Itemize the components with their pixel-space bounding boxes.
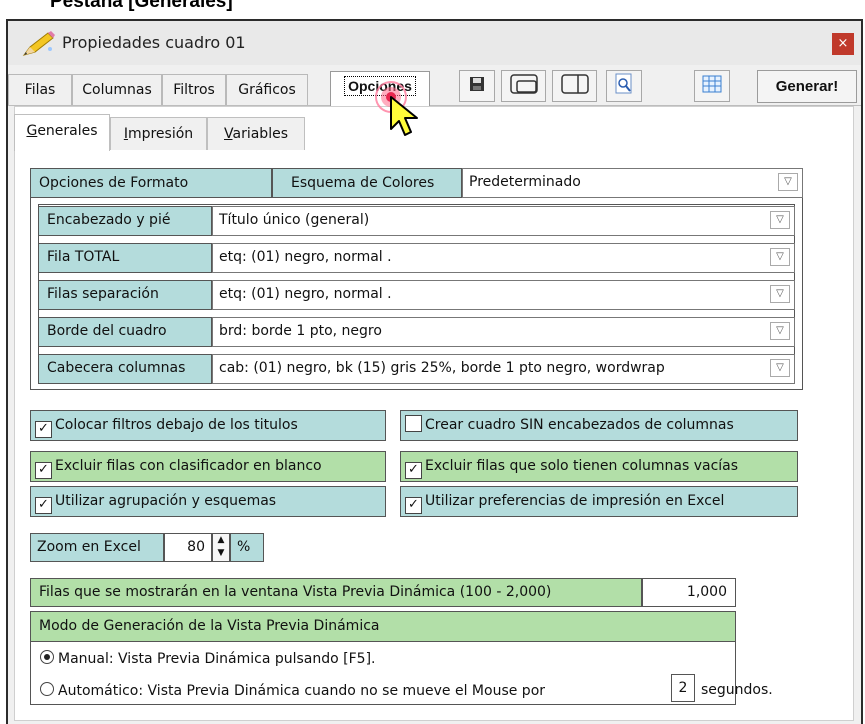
- properties-window: Propiedades cuadro 01 × Filas Columnas F…: [6, 19, 863, 724]
- subtab-generales-label: enerales: [37, 123, 98, 139]
- subtab-variables-label: ariables: [232, 126, 289, 142]
- checkbox-unchecked-icon[interactable]: [405, 415, 422, 432]
- radio-selected-icon[interactable]: [40, 650, 54, 664]
- separator-rows-value: etq: (01) negro, normal .: [219, 286, 392, 302]
- preview-zoom-icon: [614, 73, 634, 99]
- separator-rows-select[interactable]: etq: (01) negro, normal . ▽: [212, 280, 795, 310]
- page-heading: Pestaña [Generales]: [50, 0, 233, 12]
- header-footer-label: Encabezado y pié: [38, 206, 212, 236]
- chevron-down-icon[interactable]: ▽: [770, 322, 790, 340]
- tab-columnas[interactable]: Columnas: [72, 74, 162, 105]
- pencil-app-icon: [20, 29, 56, 63]
- grouping-outline-label: Utilizar agrupación y esquemas: [55, 493, 277, 509]
- checkbox-checked-icon[interactable]: ✓: [35, 497, 52, 514]
- manual-mode-label: Manual: Vista Previa Dinámica pulsando […: [58, 651, 376, 667]
- zoom-label: Zoom en Excel: [30, 533, 164, 562]
- zoom-stepper[interactable]: ▲ ▼: [212, 533, 230, 562]
- preview-zoom-button[interactable]: [606, 70, 642, 102]
- column-header-select[interactable]: cab: (01) negro, bk (15) gris 25%, borde…: [212, 354, 795, 384]
- header-footer-select[interactable]: Título único (general) ▽: [212, 206, 795, 236]
- filters-below-titles-checkbox[interactable]: ✓ Colocar filtros debajo de los titulos: [30, 410, 386, 441]
- column-header-value: cab: (01) negro, bk (15) gris 25%, borde…: [219, 360, 665, 376]
- save-button[interactable]: [459, 70, 495, 102]
- preview-rows-label: Filas que se mostrarán en la ventana Vis…: [30, 578, 642, 607]
- total-row-label: Fila TOTAL: [38, 243, 212, 273]
- tab-graficos[interactable]: Gráficos: [226, 74, 308, 105]
- table-border-value: brd: borde 1 pto, negro: [219, 323, 382, 339]
- split-view-button[interactable]: [552, 70, 597, 102]
- chevron-down-icon[interactable]: ▽: [770, 248, 790, 266]
- excel-print-prefs-label: Utilizar preferencias de impresión en Ex…: [425, 493, 725, 509]
- format-options-label: Opciones de Formato: [30, 168, 272, 198]
- exclude-blank-classifier-checkbox[interactable]: ✓ Excluir filas con clasificador en blanc…: [30, 451, 386, 482]
- auto-mode-label: Automático: Vista Previa Dinámica cuando…: [58, 683, 546, 699]
- subtab-variables-hotkey: V: [224, 126, 233, 142]
- separator-rows-label: Filas separación: [38, 280, 212, 310]
- radio-unselected-icon[interactable]: [40, 682, 54, 696]
- auto-mode-radio[interactable]: Automático: Vista Previa Dinámica cuando…: [40, 682, 545, 699]
- excel-print-prefs-checkbox[interactable]: ✓ Utilizar preferencias de impresión en E…: [400, 486, 798, 517]
- chevron-down-icon[interactable]: ▽: [778, 173, 798, 191]
- stepper-down-icon[interactable]: ▼: [213, 547, 229, 560]
- checkbox-checked-icon[interactable]: ✓: [35, 462, 52, 479]
- table-border-select[interactable]: brd: borde 1 pto, negro ▽: [212, 317, 795, 347]
- grid-table-icon: [702, 75, 722, 97]
- total-row-select[interactable]: etq: (01) negro, normal . ▽: [212, 243, 795, 273]
- subtab-generales-hotkey: G: [26, 123, 38, 139]
- total-row-value: etq: (01) negro, normal .: [219, 249, 392, 265]
- table-border-label: Borde del cuadro: [38, 317, 212, 347]
- subtab-variables[interactable]: Variables: [207, 117, 305, 150]
- exclude-empty-rows-label: Excluir filas que solo tienen columnas v…: [425, 458, 739, 474]
- color-scheme-select[interactable]: Predeterminado ▽: [462, 168, 803, 198]
- split-view-icon: [560, 74, 589, 98]
- preview-mode-title: Modo de Generación de la Vista Previa Di…: [30, 611, 736, 642]
- zoom-input[interactable]: 80: [164, 533, 212, 562]
- subtab-generales[interactable]: Generales: [14, 114, 110, 151]
- auto-seconds-input[interactable]: 2: [671, 674, 695, 702]
- mouse-pointer-icon: [373, 79, 433, 147]
- tab-filtros[interactable]: Filtros: [162, 74, 226, 105]
- no-column-headers-label: Crear cuadro SIN encabezados de columnas: [425, 417, 734, 433]
- chevron-down-icon[interactable]: ▽: [770, 359, 790, 377]
- window-title: Propiedades cuadro 01: [62, 33, 246, 52]
- no-column-headers-checkbox[interactable]: Crear cuadro SIN encabezados de columnas: [400, 410, 798, 441]
- layout-panel-button[interactable]: [501, 70, 546, 102]
- generate-button[interactable]: Generar!: [757, 70, 857, 103]
- header-footer-value: Título único (general): [219, 212, 370, 228]
- layout-panel-icon: [509, 74, 538, 98]
- checkbox-checked-icon[interactable]: ✓: [405, 497, 422, 514]
- exclude-empty-rows-checkbox[interactable]: ✓ Excluir filas que solo tienen columnas …: [400, 451, 798, 482]
- subtab-impresion-label: mpresión: [127, 126, 194, 142]
- preview-rows-input[interactable]: 1,000: [642, 578, 736, 607]
- grouping-outline-checkbox[interactable]: ✓ Utilizar agrupación y esquemas: [30, 486, 386, 517]
- subtab-impresion[interactable]: Impresión: [110, 117, 207, 150]
- grid-table-button[interactable]: [694, 70, 730, 102]
- checkbox-checked-icon[interactable]: ✓: [35, 421, 52, 438]
- stepper-up-icon[interactable]: ▲: [213, 534, 229, 547]
- exclude-blank-classifier-label: Excluir filas con clasificador en blanco: [55, 458, 322, 474]
- column-header-label: Cabecera columnas: [38, 354, 212, 384]
- chevron-down-icon[interactable]: ▽: [770, 285, 790, 303]
- color-scheme-label: Esquema de Colores: [272, 168, 462, 198]
- close-button[interactable]: ×: [832, 33, 854, 55]
- tab-filas[interactable]: Filas: [8, 74, 72, 105]
- zoom-unit: %: [230, 533, 264, 562]
- checkbox-checked-icon[interactable]: ✓: [405, 462, 422, 479]
- save-icon: [469, 76, 485, 96]
- chevron-down-icon[interactable]: ▽: [770, 211, 790, 229]
- auto-seconds-unit: segundos.: [701, 682, 773, 698]
- color-scheme-value: Predeterminado: [469, 174, 581, 190]
- manual-mode-radio[interactable]: Manual: Vista Previa Dinámica pulsando […: [40, 650, 375, 667]
- filters-below-titles-label: Colocar filtros debajo de los titulos: [55, 417, 298, 433]
